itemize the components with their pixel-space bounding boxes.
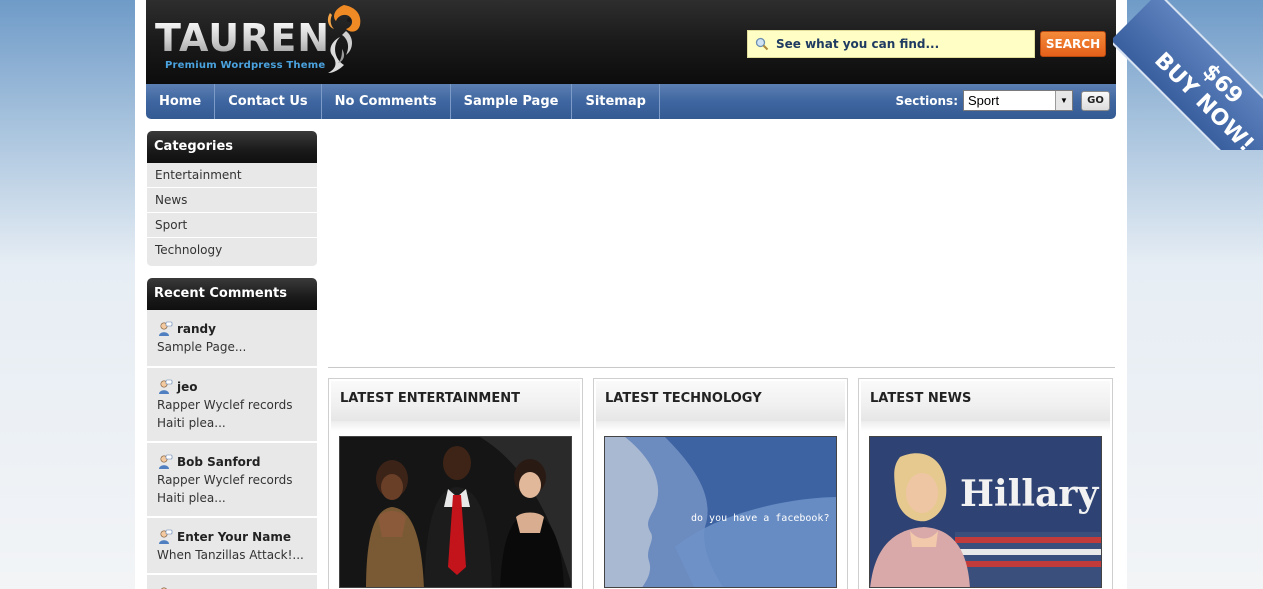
technology-image-caption: do you have a facebook? — [691, 513, 830, 524]
news-image-caption: Hillary — [960, 473, 1099, 515]
comment-item[interactable]: jeo Rapper Wyclef records Haiti plea... — [147, 368, 317, 443]
search-box[interactable] — [747, 30, 1035, 58]
user-comment-icon — [159, 454, 173, 469]
entertainment-thumbnail[interactable] — [339, 436, 572, 588]
go-button[interactable]: GO — [1081, 90, 1110, 111]
box-heading: LATEST TECHNOLOGY — [596, 381, 845, 421]
sections-label: Sections: — [895, 93, 958, 108]
site-header: TAUREN Premium Wordpress Theme SEARCH — [146, 0, 1116, 84]
comment-excerpt[interactable]: Rapper Wyclef records Haiti plea... — [157, 396, 307, 432]
user-comment-icon — [159, 379, 173, 394]
recent-comments-list: randy Sample Page... jeo Rapper Wyclef r… — [147, 310, 317, 589]
buy-now-banner[interactable]: $69 BUY NOW! — [1113, 0, 1263, 150]
latest-entertainment-box: LATEST ENTERTAINMENT — [328, 378, 583, 589]
nav-item-contact-us[interactable]: Contact Us — [215, 84, 322, 119]
comment-excerpt[interactable]: Sample Page... — [157, 338, 307, 356]
comment-author[interactable]: randy — [177, 322, 216, 336]
comment-item[interactable]: Enter Your Name When Tanzillas Attack!..… — [147, 518, 317, 575]
search-icon — [748, 31, 776, 57]
comment-excerpt[interactable]: When Tanzillas Attack!... — [157, 546, 307, 564]
site-tagline: Premium Wordpress Theme — [165, 60, 326, 71]
user-comment-icon — [159, 321, 173, 336]
box-heading-shadow — [331, 421, 580, 431]
nav-item-sample-page[interactable]: Sample Page — [451, 84, 573, 119]
technology-thumbnail[interactable]: do you have a facebook? — [604, 436, 837, 588]
user-comment-icon — [159, 529, 173, 544]
category-link-sport[interactable]: Sport — [147, 213, 317, 238]
dragon-logo-icon[interactable] — [316, 3, 364, 75]
category-link-entertainment[interactable]: Entertainment — [147, 163, 317, 188]
recent-comments-heading: Recent Comments — [147, 278, 317, 310]
comment-item[interactable]: Bob Sanford Rapper Wyclef records Haiti … — [147, 443, 317, 518]
comment-item[interactable]: randy Sample Page... — [147, 310, 317, 368]
nav-item-sitemap[interactable]: Sitemap — [572, 84, 660, 119]
categories-list: Entertainment News Sport Technology — [147, 163, 317, 267]
box-heading: LATEST ENTERTAINMENT — [331, 381, 580, 421]
comment-author[interactable]: Enter Your Name — [177, 530, 291, 544]
sections-selector: Sections: Sport ▼ GO — [896, 90, 1110, 111]
comment-excerpt[interactable]: Rapper Wyclef records Haiti plea... — [157, 471, 307, 507]
category-link-technology[interactable]: Technology — [147, 238, 317, 267]
chevron-down-icon[interactable]: ▼ — [1055, 91, 1072, 110]
box-heading: LATEST NEWS — [861, 381, 1110, 421]
search-button[interactable]: SEARCH — [1040, 31, 1106, 57]
nav-item-home[interactable]: Home — [146, 84, 216, 119]
comment-author[interactable]: Bob Sanford — [177, 455, 260, 469]
content-divider — [328, 367, 1115, 368]
box-heading-shadow — [861, 421, 1110, 431]
comment-author[interactable]: jeo — [177, 380, 198, 394]
sections-dropdown[interactable]: Sport ▼ — [963, 90, 1073, 111]
nav-item-no-comments[interactable]: No Comments — [322, 84, 451, 119]
news-thumbnail[interactable]: Hillary — [869, 436, 1102, 588]
search-input[interactable] — [776, 37, 1026, 51]
main-navigation: Home Contact Us No Comments Sample Page … — [146, 84, 1116, 119]
page-container: TAUREN Premium Wordpress Theme SEARCH Ho… — [135, 0, 1127, 589]
latest-technology-box: LATEST TECHNOLOGY do you have a facebook… — [593, 378, 848, 589]
latest-news-box: LATEST NEWS Hillary — [858, 378, 1113, 589]
box-heading-shadow — [596, 421, 845, 431]
entertainment-photo — [340, 437, 571, 587]
sections-selected-value: Sport — [968, 93, 1000, 108]
buy-now-ribbon[interactable]: $69 BUY NOW! — [1113, 0, 1263, 150]
category-link-news[interactable]: News — [147, 188, 317, 213]
site-logo-text[interactable]: TAUREN — [155, 18, 330, 58]
categories-heading: Categories — [147, 131, 317, 163]
comment-item[interactable] — [147, 575, 317, 589]
